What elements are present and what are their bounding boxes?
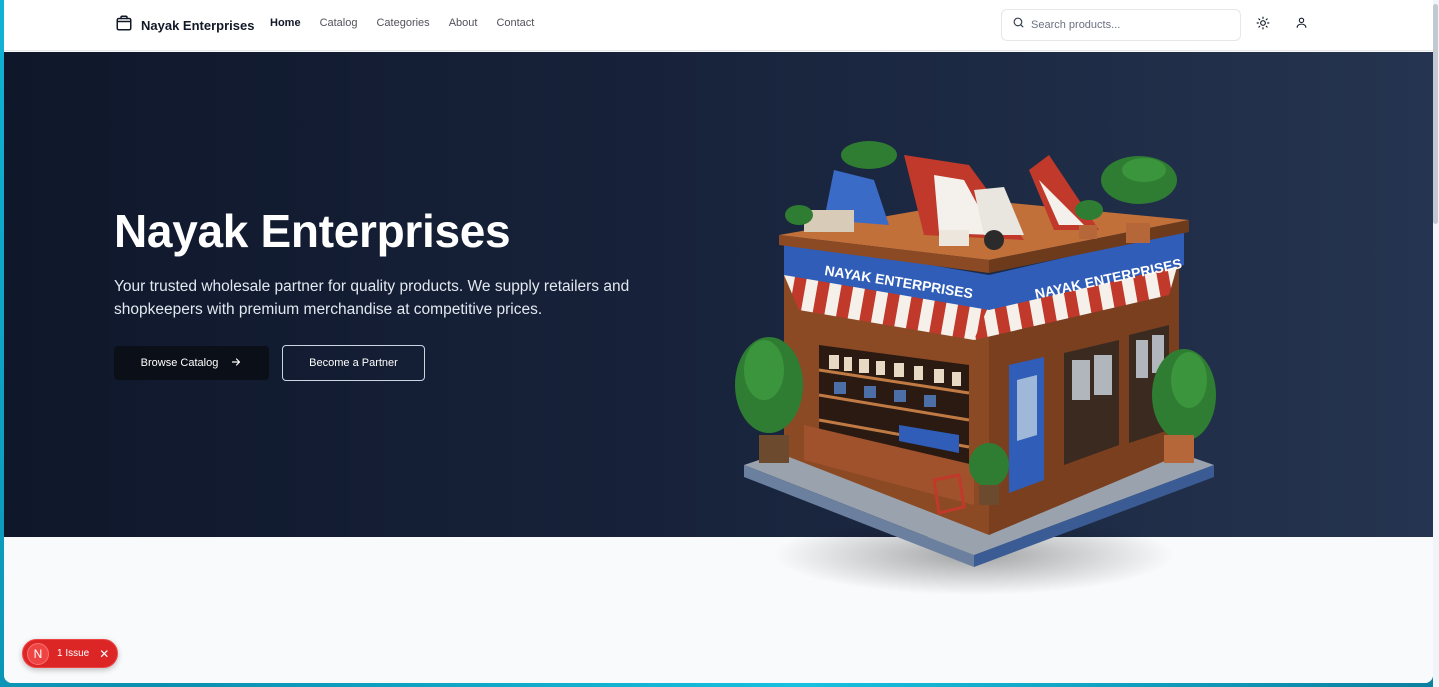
brand-name: Nayak Enterprises xyxy=(141,17,255,33)
browse-catalog-button[interactable]: Browse Catalog xyxy=(114,346,269,380)
hero-title: Nayak Enterprises xyxy=(114,205,511,257)
store-illustration: NAYAK ENTERPRISES NAYAK ENTERPRISES xyxy=(724,135,1224,605)
search-box[interactable] xyxy=(1001,9,1241,41)
become-partner-label: Become a Partner xyxy=(309,357,398,369)
user-icon xyxy=(1295,16,1308,34)
shopping-bag-icon xyxy=(115,14,133,37)
nav-home[interactable]: Home xyxy=(270,17,301,29)
nav-links: Home Catalog Categories About Contact xyxy=(270,17,534,29)
account-button[interactable] xyxy=(1291,15,1311,35)
search-input[interactable] xyxy=(1031,19,1231,31)
scrollbar-thumb[interactable] xyxy=(1433,4,1438,224)
nav-about[interactable]: About xyxy=(449,17,478,29)
nav-categories[interactable]: Categories xyxy=(376,17,429,29)
hero-subtitle: Your trusted wholesale partner for quali… xyxy=(114,278,630,318)
brand[interactable]: Nayak Enterprises xyxy=(115,15,254,35)
close-icon[interactable]: ✕ xyxy=(99,647,109,661)
sun-icon xyxy=(1256,16,1270,35)
search-icon xyxy=(1012,16,1025,34)
browser-window: Nayak Enterprises Home Catalog Categorie… xyxy=(4,0,1433,683)
arrow-right-icon xyxy=(230,356,242,371)
issue-badge[interactable]: N 1 Issue ✕ xyxy=(22,639,118,668)
next-logo-icon: N xyxy=(27,642,49,665)
theme-toggle-button[interactable] xyxy=(1253,15,1273,35)
become-partner-button[interactable]: Become a Partner xyxy=(282,345,425,381)
nav-contact[interactable]: Contact xyxy=(496,17,534,29)
browse-catalog-label: Browse Catalog xyxy=(140,357,219,369)
nav-catalog[interactable]: Catalog xyxy=(320,17,358,29)
navbar: Nayak Enterprises Home Catalog Categorie… xyxy=(4,0,1433,51)
issue-count: 1 Issue xyxy=(57,648,90,659)
